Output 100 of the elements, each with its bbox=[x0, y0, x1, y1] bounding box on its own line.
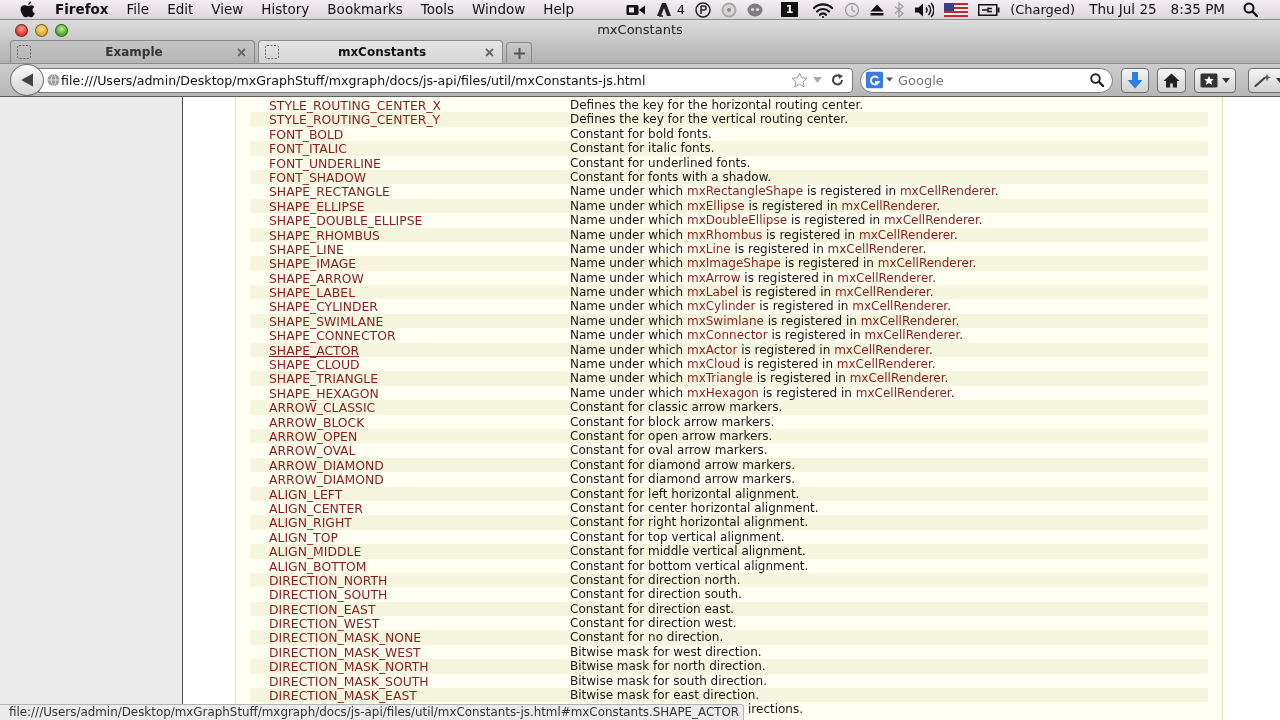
class-link[interactable]: mxCellRenderer bbox=[860, 313, 956, 328]
constant-link[interactable]: ARROW_OPEN bbox=[269, 429, 358, 444]
constant-link[interactable]: STYLE_ROUTING_CENTER_Y bbox=[269, 112, 441, 128]
constant-link[interactable]: DIRECTION_SOUTH bbox=[269, 587, 388, 603]
constant-link[interactable]: SHAPE_DOUBLE_ELLIPSE bbox=[269, 213, 423, 229]
constant-link[interactable]: DIRECTION_MASK_NONE bbox=[269, 630, 422, 646]
constant-link[interactable]: ARROW_DIAMOND bbox=[269, 457, 384, 473]
constant-link[interactable]: SHAPE_CONNECTOR bbox=[269, 328, 396, 344]
constant-link[interactable]: SHAPE_RECTANGLE bbox=[269, 184, 390, 200]
wifi-icon[interactable] bbox=[812, 1, 835, 18]
class-link[interactable]: mxRectangleShape bbox=[686, 184, 804, 199]
constant-link[interactable]: SHAPE_ACTOR bbox=[269, 342, 359, 358]
class-link[interactable]: mxTriangle bbox=[686, 371, 753, 386]
class-link[interactable]: mxCellRenderer bbox=[841, 198, 937, 213]
new-tab-button[interactable] bbox=[506, 42, 532, 63]
constant-link[interactable]: FONT_SHADOW bbox=[269, 169, 367, 185]
window-zoom-button[interactable] bbox=[55, 23, 68, 37]
eject-icon[interactable] bbox=[870, 3, 885, 16]
constant-link[interactable]: SHAPE_SWIMLANE bbox=[269, 313, 384, 329]
class-link[interactable]: mxSwimlane bbox=[686, 313, 764, 328]
class-link[interactable]: mxCellRenderer bbox=[855, 385, 951, 400]
constant-link[interactable]: SHAPE_CYLINDER bbox=[269, 299, 378, 315]
circled-p-icon[interactable] bbox=[695, 1, 712, 18]
constant-link[interactable]: SHAPE_LABEL bbox=[269, 285, 356, 301]
constant-link[interactable]: DIRECTION_NORTH bbox=[269, 572, 388, 588]
class-link[interactable]: mxArrow bbox=[686, 270, 741, 285]
class-link[interactable]: mxImageShape bbox=[686, 256, 781, 271]
constant-link[interactable]: SHAPE_IMAGE bbox=[269, 256, 357, 272]
constant-link[interactable]: DIRECTION_MASK_WEST bbox=[269, 644, 421, 660]
constant-link[interactable]: ALIGN_TOP bbox=[269, 529, 338, 545]
constant-link[interactable]: DIRECTION_MASK_EAST bbox=[269, 688, 417, 703]
notification-count[interactable]: 4 bbox=[676, 0, 686, 19]
class-link[interactable]: mxRhombus bbox=[686, 227, 763, 242]
class-link[interactable]: mxDoubleEllipse bbox=[686, 213, 788, 228]
a-shaped-logo-icon[interactable] bbox=[655, 2, 672, 17]
constant-link[interactable]: ALIGN_LEFT bbox=[269, 486, 343, 502]
battery-icon[interactable] bbox=[978, 3, 1001, 16]
globe-icon[interactable] bbox=[47, 73, 60, 87]
blob-icon[interactable] bbox=[747, 2, 764, 17]
volume-icon[interactable] bbox=[914, 1, 935, 18]
class-link[interactable]: mxCellRenderer bbox=[827, 241, 923, 256]
constant-link[interactable]: FONT_BOLD bbox=[269, 126, 344, 142]
constant-link[interactable]: ARROW_DIAMOND bbox=[269, 472, 384, 488]
constant-link[interactable]: DIRECTION_MASK_SOUTH bbox=[269, 673, 429, 689]
back-button[interactable] bbox=[10, 64, 44, 96]
constant-link[interactable]: ARROW_CLASSIC bbox=[269, 400, 376, 416]
wand-button[interactable] bbox=[1248, 67, 1280, 93]
constant-link[interactable]: SHAPE_TRIANGLE bbox=[269, 371, 379, 387]
close-icon[interactable] bbox=[237, 47, 246, 57]
download-button[interactable] bbox=[1121, 67, 1149, 93]
close-icon[interactable] bbox=[485, 47, 494, 57]
constant-link[interactable]: SHAPE_LINE bbox=[269, 241, 344, 257]
class-link[interactable]: mxCellRenderer bbox=[837, 270, 933, 285]
constant-link[interactable]: ALIGN_RIGHT bbox=[269, 515, 352, 531]
date-text[interactable]: Thu Jul 25 bbox=[1089, 0, 1157, 19]
time-text[interactable]: 8:35 PM bbox=[1170, 0, 1225, 19]
video-camera-icon[interactable] bbox=[625, 3, 646, 16]
reload-icon[interactable] bbox=[831, 73, 844, 87]
constant-link[interactable]: FONT_UNDERLINE bbox=[269, 155, 381, 171]
class-link[interactable]: mxCellRenderer bbox=[859, 227, 954, 242]
constant-link[interactable]: SHAPE_CLOUD bbox=[269, 357, 360, 373]
desktop-number[interactable]: 1 bbox=[781, 2, 799, 17]
constant-link[interactable]: DIRECTION_WEST bbox=[269, 616, 380, 632]
disc-icon[interactable] bbox=[721, 1, 738, 18]
menu-item[interactable]: Bookmarks bbox=[327, 0, 403, 19]
class-link[interactable]: mxLabel bbox=[686, 285, 739, 300]
constant-link[interactable]: SHAPE_RHOMBUS bbox=[269, 227, 380, 243]
browser-tab[interactable]: Example bbox=[10, 40, 255, 63]
menu-item[interactable]: History bbox=[261, 0, 310, 19]
class-link[interactable]: mxConnector bbox=[686, 328, 768, 343]
flag-icon[interactable] bbox=[944, 2, 969, 17]
search-icon[interactable] bbox=[1090, 73, 1104, 87]
constant-link[interactable]: ARROW_OVAL bbox=[269, 443, 356, 459]
class-link[interactable]: mxLine bbox=[686, 241, 731, 256]
search-field[interactable]: Google bbox=[860, 67, 1113, 93]
window-minimize-button[interactable] bbox=[35, 23, 48, 37]
search-icon[interactable] bbox=[1243, 2, 1258, 17]
menu-item[interactable]: Window bbox=[472, 0, 526, 19]
menu-item[interactable]: Edit bbox=[167, 0, 194, 19]
constant-link[interactable]: STYLE_ROUTING_CENTER_X bbox=[269, 98, 442, 113]
constant-link[interactable]: SHAPE_HEXAGON bbox=[269, 385, 379, 401]
constant-link[interactable]: SHAPE_ARROW bbox=[269, 270, 364, 286]
class-link[interactable]: mxCylinder bbox=[686, 299, 756, 314]
menu-item[interactable]: Tools bbox=[420, 0, 455, 19]
class-link[interactable]: mxEllipse bbox=[686, 198, 745, 213]
class-link[interactable]: mxHexagon bbox=[686, 385, 759, 400]
class-link[interactable]: mxCellRenderer bbox=[834, 285, 930, 300]
constant-link[interactable]: ARROW_BLOCK bbox=[269, 414, 365, 430]
class-link[interactable]: mxCellRenderer bbox=[877, 256, 973, 271]
class-link[interactable]: mxCellRenderer bbox=[849, 371, 945, 386]
constant-link[interactable]: DIRECTION_MASK_NORTH bbox=[269, 659, 429, 675]
class-link[interactable]: mxActor bbox=[686, 342, 738, 357]
constant-link[interactable]: SHAPE_ELLIPSE bbox=[269, 198, 365, 214]
menu-item[interactable]: Help bbox=[543, 0, 575, 19]
class-link[interactable]: mxCellRenderer bbox=[864, 328, 960, 343]
home-button[interactable] bbox=[1157, 67, 1186, 93]
constant-link[interactable]: FONT_ITALIC bbox=[269, 141, 347, 157]
class-link[interactable]: mxCellRenderer bbox=[836, 357, 932, 372]
constant-link[interactable]: ALIGN_CENTER bbox=[269, 500, 363, 516]
window-close-button[interactable] bbox=[15, 23, 28, 37]
